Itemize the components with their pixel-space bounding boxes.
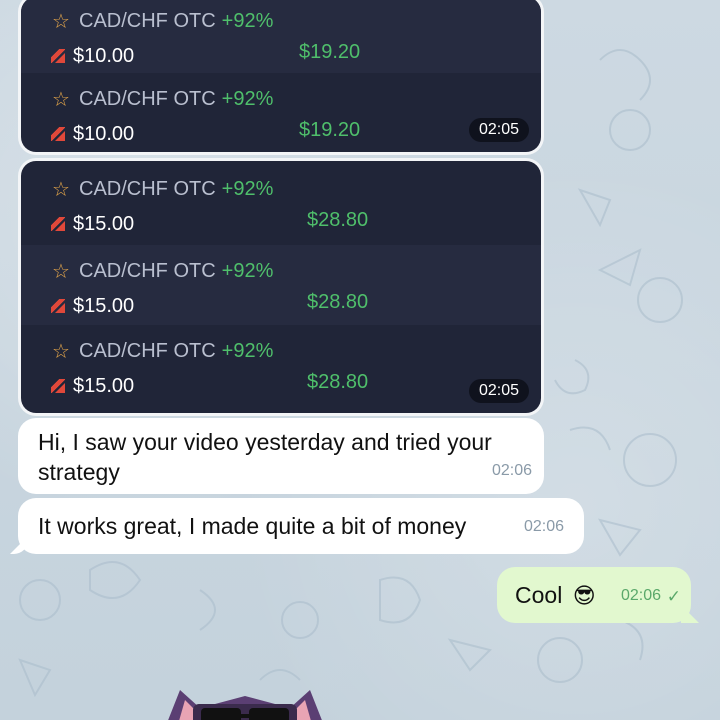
star-icon[interactable]: ☆ [51, 177, 71, 202]
trade-percent: +92% [221, 9, 274, 32]
star-icon[interactable]: ☆ [51, 87, 71, 112]
trade-payout: $28.80 [307, 371, 369, 393]
trade-card-group-2: ☆ CAD/CHF OTC +92% $15.00 $28.80 ☆ CAD/C… [21, 161, 541, 413]
trade-row: ☆ CAD/CHF OTC +92% $15.00 $28.80 [21, 161, 541, 245]
incoming-message[interactable]: Hi, I saw your video yesterday and tried… [18, 418, 544, 494]
trade-percent: +92% [221, 87, 274, 110]
trade-pair: CAD/CHF OTC [79, 259, 216, 282]
star-icon[interactable]: ☆ [51, 9, 71, 34]
message-time: 02:06 [491, 462, 532, 479]
message-text-line: Hi, I saw your video yesterday and tried… [38, 429, 492, 455]
trade-row: ☆ CAD/CHF OTC +92% $10.00 $19.20 [21, 0, 541, 73]
trade-percent: +92% [221, 259, 274, 282]
trade-percent: +92% [221, 339, 274, 362]
arrow-down-icon [51, 127, 65, 141]
star-icon[interactable]: ☆ [51, 339, 71, 364]
trade-pair: CAD/CHF OTC [79, 339, 216, 362]
sticker-image[interactable] [145, 668, 345, 720]
trade-card-group-1: ☆ CAD/CHF OTC +92% $10.00 $19.20 ☆ CAD/C… [21, 0, 541, 152]
trade-amount: $15.00 [73, 294, 135, 317]
outgoing-message[interactable]: Cool 😎 02:06 ✓ [497, 567, 699, 623]
trade-row: ☆ CAD/CHF OTC +92% $10.00 $19.20 [21, 73, 541, 152]
message-text-line: strategy [38, 459, 120, 485]
trade-payout: $28.80 [307, 291, 369, 313]
trade-amount: $15.00 [73, 212, 135, 235]
trade-screenshot-bubble-1[interactable]: ☆ CAD/CHF OTC +92% $10.00 $19.20 ☆ CAD/C… [18, 0, 544, 155]
incoming-message[interactable]: It works great, I made quite a bit of mo… [10, 498, 584, 554]
trade-screenshot-bubble-2[interactable]: ☆ CAD/CHF OTC +92% $15.00 $28.80 ☆ CAD/C… [18, 158, 544, 416]
message-time: 02:06 [523, 518, 564, 535]
read-check-icon: ✓ [666, 587, 681, 606]
trade-pair: CAD/CHF OTC [79, 9, 216, 32]
trade-row: ☆ CAD/CHF OTC +92% $15.00 $28.80 [21, 325, 541, 413]
trade-amount: $10.00 [73, 44, 135, 67]
arrow-down-icon [51, 379, 65, 393]
arrow-down-icon [51, 299, 65, 313]
arrow-down-icon [51, 217, 65, 231]
trade-amount: $10.00 [73, 122, 135, 145]
arrow-down-icon [51, 49, 65, 63]
message-time: 02:06 [620, 587, 661, 604]
trade-percent: +92% [221, 177, 274, 200]
message-time: 02:05 [468, 118, 529, 142]
trade-amount: $15.00 [73, 374, 135, 397]
message-time: 02:05 [468, 379, 529, 403]
trade-payout: $19.20 [299, 41, 361, 63]
trade-pair: CAD/CHF OTC [79, 87, 216, 110]
message-text: It works great, I made quite a bit of mo… [38, 513, 467, 539]
message-text: Cool [515, 582, 563, 608]
trade-payout: $28.80 [307, 209, 369, 231]
trade-pair: CAD/CHF OTC [79, 177, 216, 200]
star-icon[interactable]: ☆ [51, 259, 71, 284]
sunglasses-emoji-icon: 😎 [572, 583, 596, 608]
trade-row: ☆ CAD/CHF OTC +92% $15.00 $28.80 [21, 245, 541, 325]
trade-payout: $19.20 [299, 119, 361, 141]
